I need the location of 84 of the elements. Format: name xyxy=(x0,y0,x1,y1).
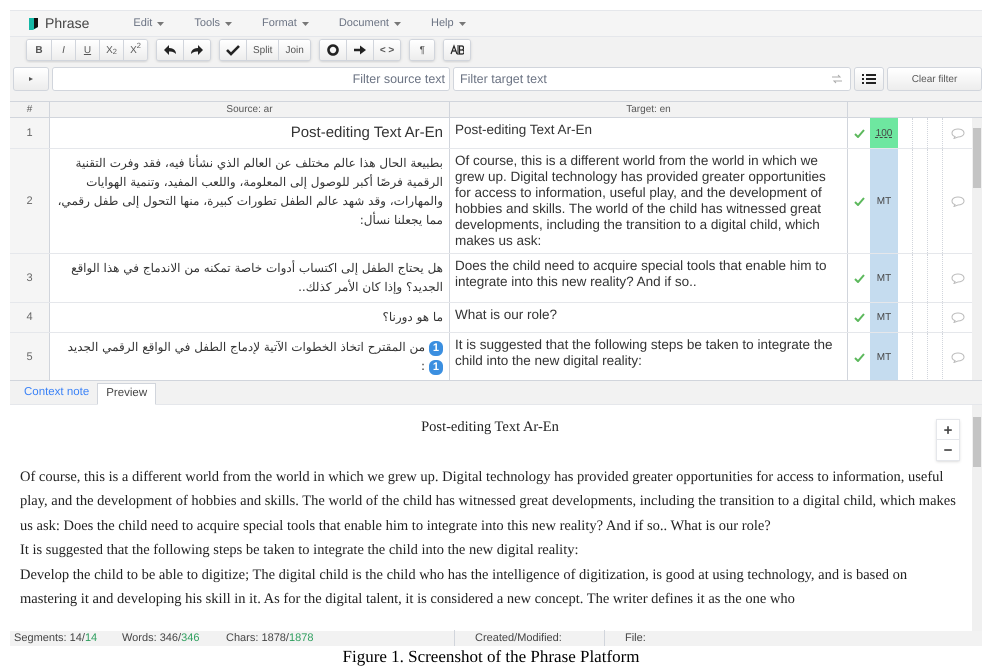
row-number: 1 xyxy=(10,118,50,148)
circle-icon xyxy=(326,44,340,56)
status-text: Chars: 1878/ xyxy=(226,631,289,646)
column-header: Target: en xyxy=(450,102,848,117)
toolbar-button[interactable] xyxy=(220,40,246,60)
menu-item[interactable]: Edit xyxy=(133,15,164,32)
row-number: 3 xyxy=(10,254,50,302)
caret-icon xyxy=(225,22,232,26)
zoom-out-button[interactable]: − xyxy=(937,440,959,460)
paragraph: Develop the child to be able to digitize; The digital child is the child who has the intelligence of digitization, is good at using technology, and is based on mastering it and developing his skill in it. As for the digital talent, it is considered a new concept. The writer defines it as the one who xyxy=(20,566,908,609)
comment-icon xyxy=(950,312,964,323)
toolbar-button[interactable]: I xyxy=(51,40,75,60)
toolbar-button[interactable] xyxy=(320,40,346,60)
source-cell: بطبيعة الحال هذا عالم مختلف عن العالم الذي نشأنا فيه، فقد وفرت التقنية الرقمية فرصًا أكبر للوصول إلى المعلومة، واللعب المفيد، وتنمية الهوايات والمهارات، وقد شهد عالم الطفل تطورات كبيرة، منها التحول إلى طفل رقمي، مما يجعلنا نسأل: xyxy=(50,149,450,253)
toolbar-button[interactable]: X$^{2}$ xyxy=(123,40,147,60)
column-header: Source: ar xyxy=(50,102,450,117)
source-cell: Post-editing Text Ar-En xyxy=(50,118,450,148)
zoom-in-button[interactable]: + xyxy=(937,420,959,440)
list-view-button[interactable] xyxy=(854,67,884,91)
status-text: Created/Modified: xyxy=(475,631,562,646)
text-direction-icon xyxy=(450,44,464,56)
paragraph: Of course, this is a different world from the world in which we grew up. Digital technology has provided greater opportunities for access to information, useful play, and the development of hobbies and skills. The world of the child has witnessed great developments, including the transition to a digital child, which makes us ask: Does the child need to acquire special tools that enable him to integrate into this new reality? And if so.. What is our role? xyxy=(20,468,957,536)
status-count: 1878 xyxy=(288,631,314,646)
redo-icon xyxy=(190,44,204,56)
scrollbar[interactable] xyxy=(972,118,982,380)
caret-icon xyxy=(302,22,309,26)
target-cell: Post-editing Text Ar-En xyxy=(450,118,848,148)
status-text: File: xyxy=(625,631,646,646)
list-icon xyxy=(862,74,876,84)
toolbar-button[interactable]: U xyxy=(75,40,99,60)
row-number: 4 xyxy=(10,303,50,332)
status-text: Segments: 14/ xyxy=(14,631,85,646)
menu-item[interactable]: Format xyxy=(262,15,309,32)
match-badge: MT xyxy=(870,303,898,332)
logo-icon xyxy=(28,16,39,30)
toolbar-button[interactable]: B xyxy=(27,40,51,60)
document-title: Post-editing Text Ar-En xyxy=(420,418,560,437)
toolbar-button[interactable]: < > xyxy=(372,40,400,60)
caret-icon xyxy=(157,22,164,26)
clear-filter-button[interactable]: Clear filter xyxy=(887,67,982,91)
toolbar-button[interactable]: Split xyxy=(246,40,278,60)
toolbar-button[interactable]: X$_{2}$ xyxy=(99,40,123,60)
target-cell: Of course, this is a different world from the world in which we grew up. Digital technology has provided greater opportunities for access to information, useful play, and the development of hobbies and skills. The world of the child has witnessed great developments, including the transition to a digital child, which makes us ask: xyxy=(450,149,848,253)
arrow-icon xyxy=(352,44,367,56)
toolbar-button[interactable] xyxy=(444,40,470,60)
status-text: Words: 346/ xyxy=(122,631,182,646)
status-count: 346 xyxy=(181,631,200,646)
scrollbar[interactable] xyxy=(972,405,982,631)
toolbar-button[interactable]: ¶ xyxy=(410,40,434,60)
toolbar-button[interactable] xyxy=(183,40,210,60)
menu-item[interactable]: Document xyxy=(338,15,401,32)
match-badge: MT xyxy=(870,254,898,302)
comment-icon xyxy=(950,272,964,284)
toolbar-button[interactable] xyxy=(346,40,373,60)
source-filter-field[interactable]: Filter source text xyxy=(52,67,450,91)
paragraph: It is suggested that the following steps be taken to integrate the child into the new digital reality: xyxy=(20,541,580,560)
app-name: Phrase xyxy=(45,14,90,33)
toolbar-button[interactable]: Join xyxy=(278,40,310,60)
source-cell: هل يحتاج الطفل إلى اكتساب أدوات خاصة تمكنه من الاندماج في هذا الواقع الجديد؟ وإذا كان الأمر كذلك.. xyxy=(50,254,450,302)
caret-icon xyxy=(458,22,466,26)
undo-icon xyxy=(163,44,177,56)
caret-icon xyxy=(394,22,401,26)
target-cell: What is our role? xyxy=(450,303,848,332)
comment-icon xyxy=(950,196,964,206)
swap-icon xyxy=(831,74,843,84)
check-icon xyxy=(226,44,240,56)
toolbar-button[interactable] xyxy=(157,40,183,60)
match-badge: MT xyxy=(870,333,898,380)
comment-icon xyxy=(950,352,964,362)
menu-item[interactable]: Help xyxy=(431,15,466,32)
menu-item[interactable]: Tools xyxy=(194,15,232,32)
match-badge: 100 xyxy=(870,118,898,148)
column-header: # xyxy=(10,102,50,117)
triangle-icon xyxy=(29,77,33,81)
tab[interactable]: Preview xyxy=(97,383,156,405)
status-count: 14 xyxy=(84,631,98,646)
row-number: 2 xyxy=(10,149,50,253)
source-cell: ما هو دورنا؟ xyxy=(50,303,450,332)
row-number: 5 xyxy=(10,333,50,380)
target-filter-field[interactable]: Filter target text xyxy=(453,67,851,91)
match-badge: MT xyxy=(870,149,898,253)
figure-caption: Figure 1. Screenshot of the Phrase Platform xyxy=(342,646,640,668)
target-cell: Does the child need to acquire special tools that enable him to integrate into this new reality? And if so.. xyxy=(450,254,848,302)
comment-icon xyxy=(950,128,964,138)
